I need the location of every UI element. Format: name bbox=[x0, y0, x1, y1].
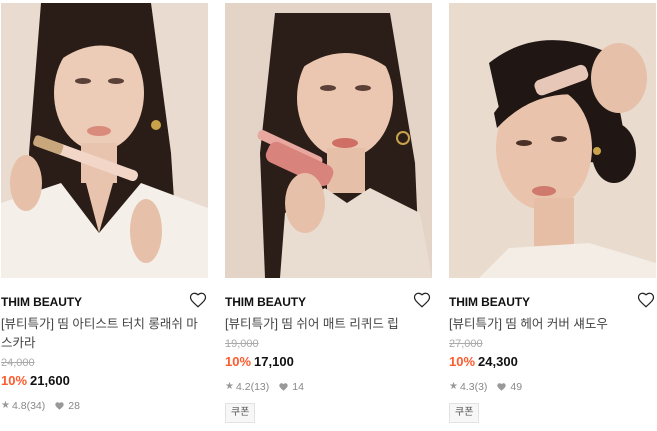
brand-row: THIM BEAUTY bbox=[225, 291, 432, 311]
rating-value: 4.3 bbox=[459, 381, 475, 393]
product-title[interactable]: [뷰티특가] 띰 헤어 커버 섀도우 bbox=[449, 315, 649, 334]
product-card[interactable]: THIM BEAUTY [뷰티특가] 띰 쉬어 매트 리퀴드 립 19,000 … bbox=[225, 3, 432, 423]
product-image[interactable] bbox=[1, 3, 208, 278]
price-row: 10% 21,600 bbox=[1, 371, 208, 391]
product-title[interactable]: [뷰티특가] 띰 아티스트 터치 롱래쉬 마스카라 bbox=[1, 315, 201, 353]
rating-row: ★ 4.8 (34) 28 bbox=[1, 399, 208, 413]
rating-row: ★ 4.3 (3) 49 bbox=[449, 380, 656, 394]
product-card[interactable]: THIM BEAUTY [뷰티특가] 띰 헤어 커버 섀도우 27,000 10… bbox=[449, 3, 656, 423]
star-icon: ★ bbox=[449, 381, 458, 392]
like-count: 28 bbox=[68, 400, 80, 412]
product-card[interactable]: THIM BEAUTY [뷰티특가] 띰 아티스트 터치 롱래쉬 마스카라 24… bbox=[1, 3, 208, 413]
discount-rate: 10% bbox=[449, 354, 476, 369]
brand-name[interactable]: THIM BEAUTY bbox=[449, 295, 530, 309]
review-count: (13) bbox=[250, 381, 270, 393]
original-price: 19,000 bbox=[225, 338, 259, 350]
product-title[interactable]: [뷰티특가] 띰 쉬어 매트 리퀴드 립 bbox=[225, 315, 425, 334]
rating-value: 4.2 bbox=[235, 381, 251, 393]
heart-filled-icon bbox=[278, 382, 289, 392]
original-price: 27,000 bbox=[449, 338, 483, 350]
brand-name[interactable]: THIM BEAUTY bbox=[225, 295, 306, 309]
discount-rate: 10% bbox=[1, 373, 28, 388]
sale-price: 24,300 bbox=[478, 354, 518, 369]
wishlist-heart-icon[interactable] bbox=[189, 291, 207, 309]
original-price: 24,000 bbox=[1, 357, 35, 369]
review-count: (34) bbox=[26, 400, 46, 412]
sale-price: 17,100 bbox=[254, 354, 294, 369]
like-count: 14 bbox=[292, 381, 304, 393]
brand-row: THIM BEAUTY bbox=[449, 291, 656, 311]
brand-name[interactable]: THIM BEAUTY bbox=[1, 295, 82, 309]
review-count: (3) bbox=[474, 381, 488, 393]
coupon-badge: 쿠폰 bbox=[225, 403, 256, 423]
wishlist-heart-icon[interactable] bbox=[637, 291, 655, 309]
like-count: 49 bbox=[510, 381, 523, 393]
product-image[interactable] bbox=[225, 3, 432, 278]
wishlist-heart-icon[interactable] bbox=[413, 291, 431, 309]
discount-rate: 10% bbox=[225, 354, 252, 369]
price-row: 10% 24,300 bbox=[449, 352, 656, 372]
product-grid: THIM BEAUTY [뷰티특가] 띰 아티스트 터치 롱래쉬 마스카라 24… bbox=[0, 0, 657, 431]
star-icon: ★ bbox=[225, 381, 234, 392]
product-image[interactable] bbox=[449, 3, 656, 278]
sale-price: 21,600 bbox=[30, 373, 70, 388]
coupon-badge: 쿠폰 bbox=[449, 403, 480, 423]
brand-row: THIM BEAUTY bbox=[1, 291, 208, 311]
heart-filled-icon bbox=[496, 382, 507, 392]
rating-row: ★ 4.2 (13) 14 bbox=[225, 380, 432, 394]
star-icon: ★ bbox=[1, 400, 10, 411]
price-row: 10% 17,100 bbox=[225, 352, 432, 372]
rating-value: 4.8 bbox=[11, 400, 27, 412]
heart-filled-icon bbox=[54, 401, 65, 411]
